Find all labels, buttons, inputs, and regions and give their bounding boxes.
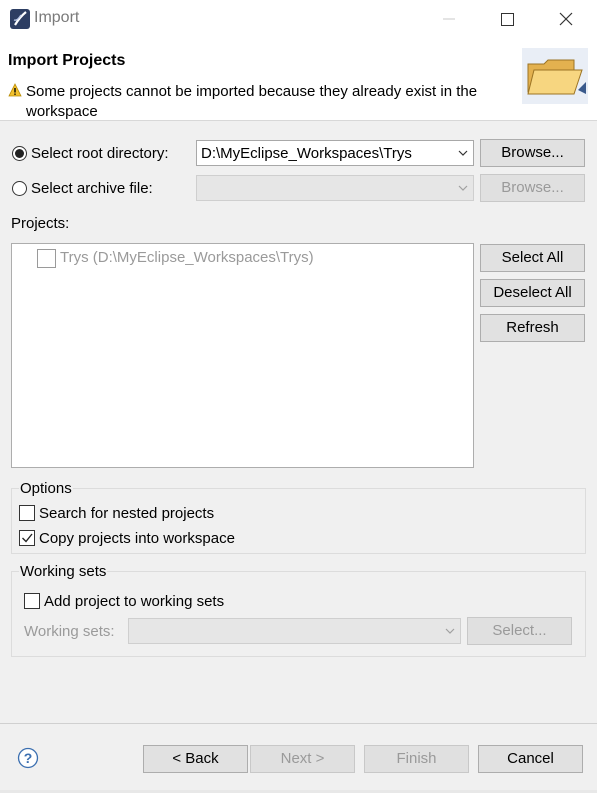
projects-label: Projects: [11,215,70,232]
root-directory-radio[interactable] [12,146,27,161]
select-working-sets-button[interactable]: Select... [467,617,572,645]
archive-file-radio[interactable] [12,181,27,196]
root-directory-combo[interactable]: D:\MyEclipse_Workspaces\Trys [196,140,474,166]
page-title: Import Projects [8,52,126,69]
checkmark-icon [22,533,33,543]
projects-list[interactable]: Trys (D:\MyEclipse_Workspaces\Trys) [11,243,474,468]
window-title: Import [34,9,80,26]
finish-button[interactable]: Finish [364,745,469,773]
nested-projects-label: Search for nested projects [39,505,215,522]
close-icon [559,12,573,26]
minimize-button[interactable] [433,6,463,32]
add-working-sets-label: Add project to working sets [44,593,225,610]
select-all-button[interactable]: Select All [480,244,585,272]
folder-icon [522,48,588,104]
add-working-sets-checkbox[interactable] [24,593,40,609]
chevron-down-icon [445,628,455,634]
chevron-down-icon [458,150,468,156]
warning-icon [8,83,22,97]
project-checkbox[interactable] [37,249,56,268]
archive-file-label: Select archive file: [31,180,153,197]
cancel-button[interactable]: Cancel [478,745,583,773]
maximize-icon [501,13,514,26]
project-label: Trys (D:\MyEclipse_Workspaces\Trys) [60,249,314,266]
maximize-button[interactable] [492,6,522,32]
copy-projects-label: Copy projects into workspace [39,530,235,547]
help-icon: ? [17,747,39,769]
working-sets-legend: Working sets [19,563,108,580]
next-button[interactable]: Next > [250,745,355,773]
options-legend: Options [19,480,73,497]
close-button[interactable] [551,6,581,32]
footer-divider [0,723,597,724]
help-button[interactable]: ? [17,747,39,769]
nested-projects-checkbox[interactable] [19,505,35,521]
browse-archive-button[interactable]: Browse... [480,174,585,202]
warning-message: Some projects cannot be imported because… [26,83,478,120]
browse-root-button[interactable]: Browse... [480,139,585,167]
minimize-icon [443,18,455,20]
copy-projects-checkbox[interactable] [19,530,35,546]
working-sets-label: Working sets: [24,623,115,640]
archive-file-combo[interactable] [196,175,474,201]
refresh-button[interactable]: Refresh [480,314,585,342]
root-directory-value: D:\MyEclipse_Workspaces\Trys [201,145,412,162]
root-directory-label: Select root directory: [31,145,169,162]
eclipse-app-icon [10,9,30,29]
chevron-down-icon [458,185,468,191]
deselect-all-button[interactable]: Deselect All [480,279,585,307]
svg-text:?: ? [24,750,33,766]
back-button[interactable]: < Back [143,745,248,773]
working-sets-combo[interactable] [128,618,461,644]
list-item[interactable]: Trys (D:\MyEclipse_Workspaces\Trys) [36,249,466,271]
